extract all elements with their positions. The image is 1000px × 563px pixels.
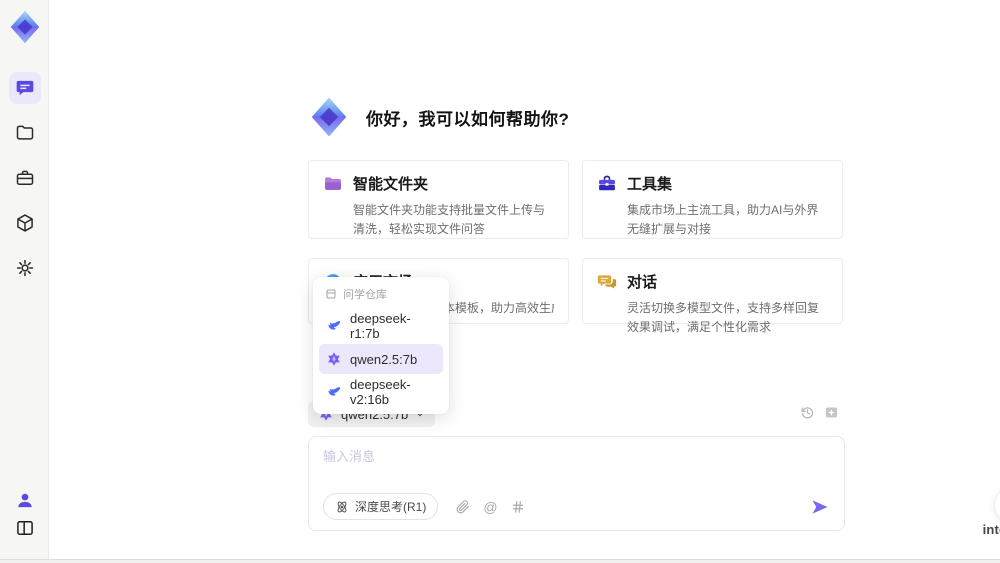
card-title: 对话 bbox=[627, 274, 658, 291]
chat-icon bbox=[15, 78, 35, 98]
intel-brand: intel bbox=[982, 522, 1000, 537]
model-dropdown: 问学仓库 deepseek-r1:7b qwen2.5:7b deepseek-… bbox=[313, 277, 449, 414]
grid-icon[interactable] bbox=[511, 500, 525, 514]
sidebar-item-tools[interactable] bbox=[9, 162, 41, 194]
sidebar-item-folders[interactable] bbox=[9, 117, 41, 149]
message-composer: 深度思考(R1) @ bbox=[308, 436, 845, 531]
chat-yellow-icon bbox=[597, 272, 617, 292]
composer-top-icons bbox=[800, 405, 839, 420]
card-title: 智能文件夹 bbox=[353, 176, 429, 193]
at-icon[interactable]: @ bbox=[483, 500, 497, 514]
qwen-icon bbox=[326, 351, 342, 367]
panel-icon bbox=[15, 518, 35, 538]
greeting: 你好，我可以如何帮助你? bbox=[306, 94, 569, 140]
add-box-icon[interactable] bbox=[824, 405, 839, 420]
card-description: 智能文件夹功能支持批量文件上传与清洗，轻松实现文件问答 bbox=[353, 203, 546, 237]
folder-purple-icon bbox=[323, 174, 343, 194]
model-option-qwen[interactable]: qwen2.5:7b bbox=[319, 344, 443, 374]
paperclip-icon[interactable] bbox=[456, 499, 470, 514]
model-option-label: qwen2.5:7b bbox=[350, 351, 418, 367]
gear-icon bbox=[15, 258, 35, 278]
toolbox-blue-icon bbox=[597, 174, 617, 194]
repo-icon bbox=[325, 288, 337, 300]
deep-think-label: 深度思考(R1) bbox=[355, 500, 427, 514]
model-dropdown-header: 问学仓库 bbox=[319, 284, 443, 308]
download-button[interactable] bbox=[994, 486, 1000, 524]
deep-think-button[interactable]: 深度思考(R1) bbox=[323, 493, 439, 520]
model-option-label: deepseek-v2:16b bbox=[350, 377, 411, 407]
cube-icon bbox=[15, 213, 35, 233]
sidebar-item-models[interactable] bbox=[9, 207, 41, 239]
sidebar-item-collapse[interactable] bbox=[9, 512, 41, 544]
intel-core-badge: intel core Ultra bbox=[980, 523, 1000, 545]
deepseek-icon bbox=[326, 384, 342, 400]
main-area: 你好，我可以如何帮助你? 智能文件夹 智能文件夹功能支持批量文件上传与清洗，轻松… bbox=[50, 0, 1000, 563]
deepseek-icon bbox=[326, 318, 342, 334]
card-dialogue[interactable]: 对话 灵活切换多模型文件，支持多样回复效果调试，满足个性化需求 bbox=[582, 258, 843, 334]
sidebar bbox=[0, 0, 49, 563]
card-smart-folder[interactable]: 智能文件夹 智能文件夹功能支持批量文件上传与清洗，轻松实现文件问答 bbox=[308, 160, 569, 239]
model-option-label: deepseek-r1:7b bbox=[350, 311, 411, 341]
greeting-text: 你好，我可以如何帮助你? bbox=[366, 109, 570, 129]
app-logo-icon bbox=[6, 8, 44, 46]
composer-toolbar: 深度思考(R1) @ bbox=[323, 493, 830, 520]
toolbox-icon bbox=[15, 168, 35, 188]
greeting-logo-icon bbox=[306, 94, 352, 140]
message-input[interactable] bbox=[309, 437, 844, 464]
history-icon[interactable] bbox=[800, 405, 815, 420]
atom-icon bbox=[335, 500, 349, 514]
composer-icons: @ bbox=[456, 500, 524, 514]
card-title: 工具集 bbox=[627, 176, 673, 193]
model-option-deepseek-v2[interactable]: deepseek-v2:16b bbox=[319, 377, 443, 407]
sidebar-item-settings[interactable] bbox=[9, 252, 41, 284]
folder-icon bbox=[15, 123, 35, 143]
model-option-deepseek-r1[interactable]: deepseek-r1:7b bbox=[319, 311, 443, 341]
card-description: 集成市场上主流工具，助力AI与外界无缝扩展与对接 bbox=[627, 203, 819, 237]
intel-tier: Ultra bbox=[980, 538, 1000, 545]
sidebar-item-chat[interactable] bbox=[8, 72, 41, 104]
card-description: 灵活切换多模型文件，支持多样回复效果调试，满足个性化需求 bbox=[627, 301, 820, 335]
send-icon[interactable] bbox=[810, 497, 830, 517]
user-icon bbox=[15, 490, 35, 510]
window-bottom-edge bbox=[0, 559, 1000, 563]
card-toolset[interactable]: 工具集 集成市场上主流工具，助力AI与外界无缝扩展与对接 bbox=[582, 160, 843, 239]
